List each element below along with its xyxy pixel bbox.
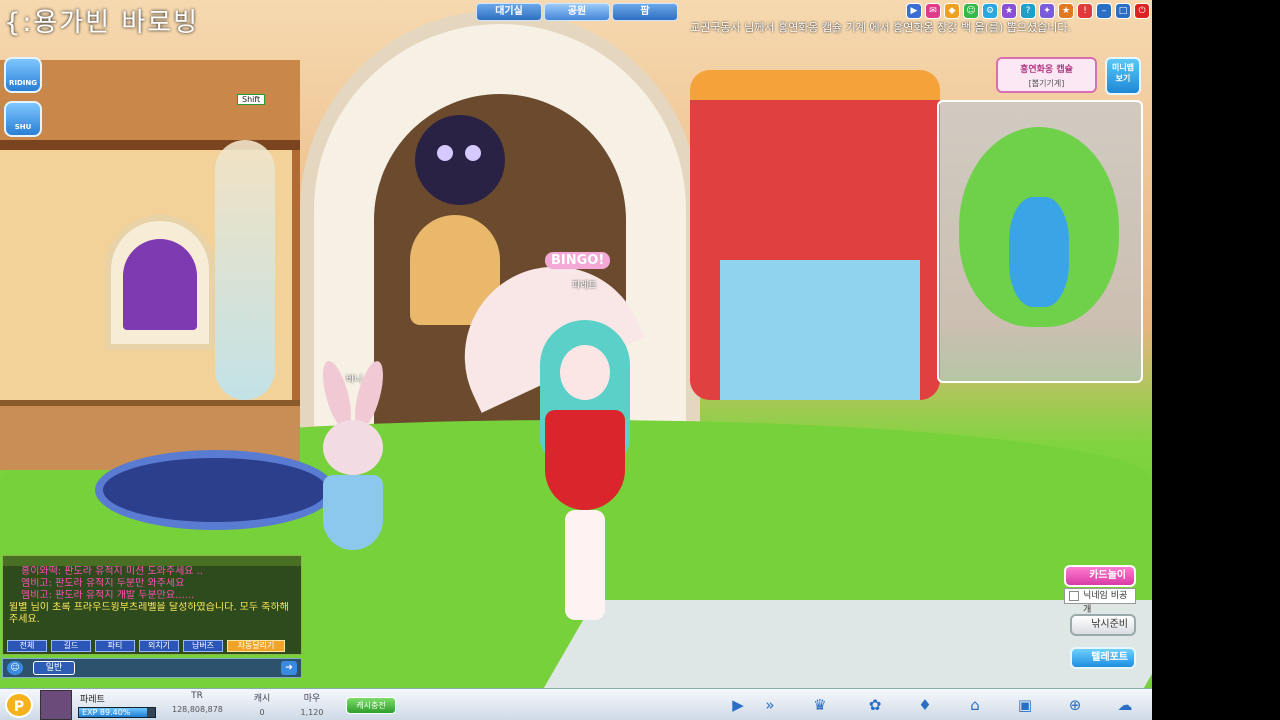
chat-icon[interactable]: ☁ <box>1115 695 1135 715</box>
game-viewport[interactable]: BINGO! 파레트 바니 {:용가빈 바로빙 대기실 공원 팜 교권국동사 님… <box>0 0 1152 720</box>
chat-tab-buddies[interactable]: 냠버즈 <box>183 640 223 652</box>
chat-mode-select[interactable]: 일반 <box>33 661 75 675</box>
fishing-button[interactable]: 낚시준비 <box>1070 614 1136 636</box>
points-badge[interactable]: P <box>5 692 33 718</box>
house-window <box>105 215 215 350</box>
avatar[interactable] <box>40 690 72 720</box>
player-character[interactable] <box>525 320 645 630</box>
power-icon[interactable]: ⏻ <box>1134 3 1150 19</box>
nickname-private-toggle[interactable]: 닉네임 비공개 <box>1064 588 1136 615</box>
bingo-badge: BINGO! <box>545 252 611 269</box>
tab-park[interactable]: 공원 <box>544 3 610 21</box>
tab-farm[interactable]: 팜 <box>612 3 678 21</box>
chat-tab-party[interactable]: 파티 <box>95 640 135 652</box>
chat-window[interactable]: 홍이와떡: 판도라 유적지 미션 도와주세요 .. 엠비고: 판도라 유적지 두… <box>2 555 302 655</box>
stat-value: 1,120 <box>300 708 324 717</box>
stat-label: 캐시 <box>253 694 271 704</box>
help-icon[interactable]: ? <box>1020 3 1036 19</box>
stat-tr: TR 128,808,878 <box>172 691 223 714</box>
chat-header[interactable] <box>3 556 301 566</box>
status-bar: P 파레트 EXP 89.40% TR 128,808,878 캐시 0 마우 … <box>0 688 1152 720</box>
star-platform[interactable] <box>95 450 335 530</box>
chat-tab-all[interactable]: 전체 <box>7 640 47 652</box>
stat-label: 마우 <box>303 694 321 704</box>
shop-icon[interactable]: ⌂ <box>965 695 985 715</box>
house-roof <box>0 60 300 150</box>
settings-icon[interactable]: ⚙ <box>982 3 998 19</box>
minimap[interactable] <box>937 100 1143 383</box>
chat-line: 윌별 님이 초록 프라우드윙부츠레벨을 달성하였습니다. 모두 축하해 주세요. <box>9 602 289 625</box>
mail-icon[interactable]: ✉ <box>925 3 941 19</box>
shop-wall <box>720 260 920 400</box>
bag-icon[interactable]: ▣ <box>1015 695 1035 715</box>
location-tabs: 대기실 공원 팜 <box>476 3 678 21</box>
minimap-title-text: 홍연화옹 캡슐 <box>1020 65 1073 75</box>
paw-icon[interactable]: ✿ <box>865 695 885 715</box>
cash-charge-button[interactable]: 캐시충전 <box>346 697 396 714</box>
minimap-pond <box>1009 197 1069 307</box>
minimap-title: 홍연화옹 캡슐 [뽑기기계] <box>996 57 1097 93</box>
player-name-tag: 파레트 <box>572 281 597 291</box>
stat-cash: 캐시 0 <box>242 691 282 717</box>
event-icon[interactable]: ✦ <box>1039 3 1055 19</box>
stat-value: 128,808,878 <box>172 705 223 714</box>
exp-bar: EXP 89.40% <box>78 707 156 718</box>
tab-lobby[interactable]: 대기실 <box>476 3 542 21</box>
trophy-icon[interactable]: ♛ <box>810 695 830 715</box>
checkbox-icon[interactable] <box>1069 591 1079 601</box>
stat-mau: 마우 1,120 <box>292 691 332 717</box>
emoji-icon[interactable]: ☺ <box>7 661 23 675</box>
chat-input-bar[interactable]: ☺ 일반 ➜ <box>2 658 302 678</box>
alert-icon[interactable]: ! <box>1077 3 1093 19</box>
shop-icon[interactable]: ★ <box>1058 3 1074 19</box>
chat-line: 홍이와떡: 판도라 유적지 미션 도와주세요 .. <box>21 566 204 577</box>
star-icon[interactable]: ★ <box>1001 3 1017 19</box>
username: 파레트 <box>80 695 105 705</box>
chat-tab-shout[interactable]: 외치기 <box>139 640 179 652</box>
card-game-button[interactable]: 카드놀이 <box>1064 565 1136 587</box>
system-icons: ▶ ✉ ◆ ☺ ⚙ ★ ? ✦ ★ ! – □ ⏻ <box>906 3 1150 19</box>
friend-icon[interactable]: ☺ <box>963 3 979 19</box>
fairy-character[interactable] <box>215 140 275 400</box>
shift-key-tag: Shift <box>237 94 266 105</box>
minimize-icon[interactable]: – <box>1096 3 1112 19</box>
cart-icon[interactable]: ⊕ <box>1065 695 1085 715</box>
handshake-icon[interactable]: ♦ <box>915 695 935 715</box>
gift-icon[interactable]: ◆ <box>944 3 960 19</box>
fast-forward-icon[interactable]: » <box>760 695 780 715</box>
shu-button[interactable]: SHU <box>4 101 42 137</box>
send-icon[interactable]: ➜ <box>281 661 297 675</box>
chat-tab-guild[interactable]: 길드 <box>51 640 91 652</box>
riding-button[interactable]: RIDING <box>4 57 42 93</box>
stat-label: TR <box>191 691 203 701</box>
play-icon[interactable]: ▶ <box>906 3 922 19</box>
chat-line: 엠비고: 판도라 유적지 개발 두분만요...... <box>21 590 195 601</box>
teleport-button[interactable]: 텔레포트 <box>1070 647 1136 669</box>
stat-value: 0 <box>259 708 265 717</box>
exp-label: EXP 89.40% <box>82 708 131 717</box>
chat-tabs: 전체 길드 파티 외치기 냠버즈 자동달리기 <box>3 640 285 652</box>
chat-line: 엠비고: 판도라 유적지 두분만 와주세요 <box>21 578 185 589</box>
bunny-pet[interactable] <box>317 358 389 570</box>
chat-tab-autorun[interactable]: 자동달리기 <box>227 640 285 652</box>
minimap-subtitle: [뽑기기계] <box>1028 79 1065 88</box>
window-title: {:용가빈 바로빙 <box>4 8 200 38</box>
shadow-cat-npc[interactable] <box>415 115 505 205</box>
window-icon[interactable]: □ <box>1115 3 1131 19</box>
system-notice: 교권국동사 님께서 홍연화옹 캡슐 기계 에서 홍연화옹 장갖 백 을(를) 뽑… <box>690 21 1072 34</box>
play-icon[interactable]: ▶ <box>728 695 748 715</box>
minimap-toggle-button[interactable]: 미니맵 보기 <box>1105 57 1141 95</box>
